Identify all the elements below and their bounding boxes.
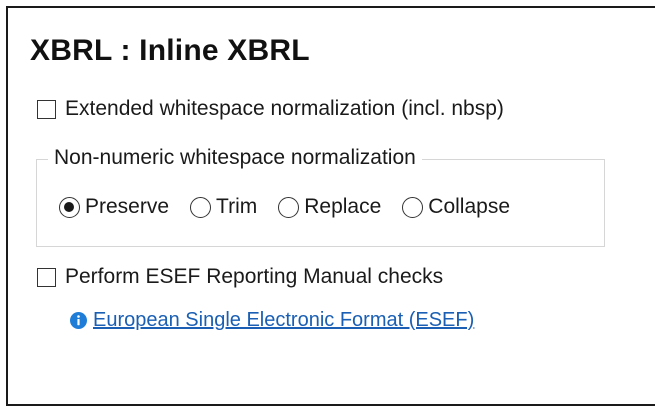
radio-button[interactable] xyxy=(190,196,212,218)
checkbox-box[interactable] xyxy=(37,99,56,119)
radio-collapse[interactable]: Collapse xyxy=(402,195,510,219)
whitespace-radio-group: Preserve Trim Replace Collapse xyxy=(59,195,531,219)
radio-preserve-label: Preserve xyxy=(85,195,170,218)
radio-trim[interactable]: Trim xyxy=(190,195,257,219)
radio-trim-label: Trim xyxy=(216,195,258,218)
radio-replace[interactable]: Replace xyxy=(278,195,381,219)
radio-collapse-label: Collapse xyxy=(428,195,511,218)
radio-button[interactable] xyxy=(402,196,424,218)
radio-button[interactable] xyxy=(278,196,300,218)
radio-replace-label: Replace xyxy=(304,195,382,218)
esef-help-link[interactable]: European Single Electronic Format (ESEF) xyxy=(93,309,474,332)
extended-whitespace-checkbox[interactable]: Extended whitespace normalization (incl.… xyxy=(37,97,504,121)
radio-button-checked[interactable] xyxy=(59,196,80,218)
section-title: XBRL : Inline XBRL xyxy=(30,34,310,67)
esef-checks-label: Perform ESEF Reporting Manual checks xyxy=(65,265,444,288)
non-numeric-whitespace-legend: Non-numeric whitespace normalization xyxy=(48,146,422,170)
radio-preserve[interactable]: Preserve xyxy=(59,195,169,219)
esef-checks-checkbox[interactable]: Perform ESEF Reporting Manual checks xyxy=(37,265,443,289)
info-icon xyxy=(70,312,87,329)
esef-help-link-row: European Single Electronic Format (ESEF) xyxy=(70,309,474,332)
checkbox-box[interactable] xyxy=(37,267,56,287)
extended-whitespace-label: Extended whitespace normalization (incl.… xyxy=(65,97,504,120)
